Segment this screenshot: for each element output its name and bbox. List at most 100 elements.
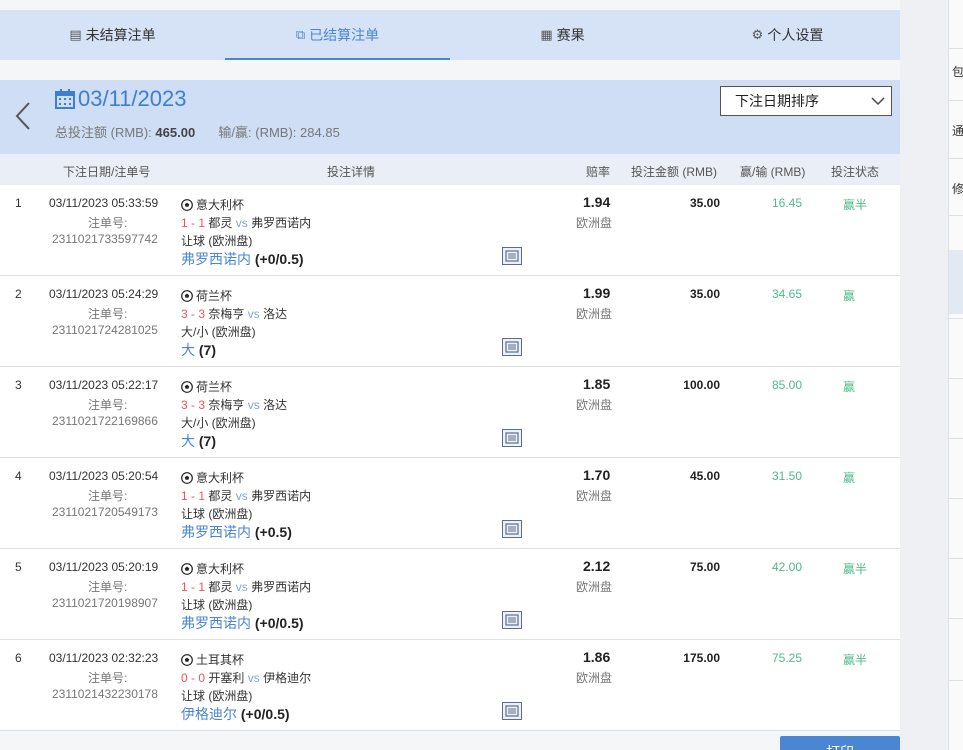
right-edge-panel: 包 通 修: [948, 0, 963, 750]
settled-bets-icon: ⧉: [295, 27, 306, 43]
away-team: 弗罗西诺内: [251, 580, 312, 594]
away-team: 伊格迪尔: [263, 671, 312, 685]
bet-status: 赢半: [843, 562, 868, 576]
tab-results[interactable]: ▦ 赛果: [450, 10, 675, 60]
tab-unsettled-bets[interactable]: ▤ 未结算注单: [0, 10, 225, 60]
tab-settings[interactable]: ⚙ 个人设置: [675, 10, 900, 60]
market-type: 让球 (欧洲盘): [181, 507, 253, 521]
bet-slip-button[interactable]: [502, 611, 522, 629]
selection-line: (+0/0.5): [254, 615, 304, 631]
receipt-icon: [505, 250, 519, 262]
home-team: 都灵: [208, 489, 233, 503]
odds-value: 1.94: [583, 194, 611, 210]
soccer-ball-icon: [181, 562, 193, 575]
stake-amount: 45.00: [689, 469, 720, 483]
gear-icon: ⚙: [751, 27, 764, 43]
selection-line: (+0/0.5): [240, 706, 290, 722]
selection-line: (+0.5): [254, 524, 292, 540]
side-char: 包: [952, 65, 963, 79]
print-button[interactable]: 打印: [780, 736, 900, 750]
bet-number: 2311021720198907: [52, 596, 158, 610]
bet-datetime: 03/11/2023 02:32:23: [49, 651, 159, 665]
selection-name: 大: [181, 342, 195, 358]
bet-datetime: 03/11/2023 05:22:17: [49, 378, 159, 392]
selection-name: 弗罗西诺内: [181, 615, 251, 631]
bet-slip-button[interactable]: [502, 429, 522, 447]
winloss-amount: 34.65: [772, 287, 803, 301]
league: 意大利杯: [181, 560, 244, 577]
bet-selection: 弗罗西诺内 (+0.5): [181, 522, 292, 542]
home-team: 开塞利: [208, 671, 245, 685]
row-index: 4: [15, 469, 22, 483]
bet-no-label: 注单号:: [88, 671, 128, 685]
winloss-amount: 16.45: [772, 196, 803, 210]
total-label: 总投注额 (RMB):: [55, 125, 152, 140]
bet-datetime: 03/11/2023 05:20:54: [49, 469, 159, 483]
bet-slip-button[interactable]: [502, 338, 522, 356]
odds-value: 1.86: [583, 649, 611, 665]
stake-amount: 35.00: [689, 287, 720, 301]
row-index: 6: [15, 651, 22, 665]
league: 土耳其杯: [181, 651, 244, 668]
col-winloss: 赢/输 (RMB): [740, 165, 806, 179]
bet-history-panel: ▤ 未结算注单 ⧉ 已结算注单 ▦ 赛果 ⚙ 个人设置 03/11/2023 总…: [0, 0, 900, 750]
table-row: 4 03/11/2023 05:20:54 注单号: 2311021720549…: [0, 458, 900, 549]
bet-datetime: 03/11/2023 05:33:59: [49, 196, 159, 210]
bet-no-label: 注单号:: [88, 489, 128, 503]
vs-label: vs: [235, 580, 248, 594]
bet-selection: 弗罗西诺内 (+0/0.5): [181, 249, 304, 269]
bet-slip-button[interactable]: [502, 520, 522, 538]
back-button[interactable]: [10, 96, 36, 136]
soccer-ball-icon: [181, 380, 193, 393]
odds-type: 欧洲盘: [576, 398, 613, 412]
side-char: 通: [952, 124, 963, 138]
match-score: 1 - 1: [181, 489, 206, 503]
bet-number: 2311021720549173: [52, 505, 158, 519]
market-type: 大/小 (欧洲盘): [181, 325, 256, 339]
winloss-amount: 85.00: [772, 378, 803, 392]
total-value: 465.00: [155, 125, 196, 140]
table-row: 1 03/11/2023 05:33:59 注单号: 2311021733597…: [0, 185, 900, 276]
vs-label: vs: [247, 671, 260, 685]
match-score: 1 - 1: [181, 580, 206, 594]
bet-selection: 大 (7): [181, 431, 216, 451]
row-index: 3: [15, 378, 22, 392]
match-score: 3 - 3: [181, 307, 206, 321]
receipt-icon: [505, 341, 519, 353]
match: 1 - 1 都灵 vs 弗罗西诺内: [181, 214, 311, 231]
winloss-amount: 42.00: [772, 560, 803, 574]
bet-no-label: 注单号:: [88, 307, 128, 321]
side-panel: [900, 0, 948, 750]
stake-amount: 75.00: [689, 560, 720, 574]
col-status: 投注状态: [831, 165, 880, 179]
bet-summary: 总投注额 (RMB): 465.00 输/赢: (RMB): 284.85: [55, 122, 340, 141]
match-score: 0 - 0: [181, 671, 206, 685]
stake-amount: 100.00: [683, 378, 720, 392]
selection-name: 弗罗西诺内: [181, 524, 251, 540]
col-date-no: 下注日期/注单号: [63, 165, 151, 179]
receipt-icon: [505, 705, 519, 717]
table-row: 2 03/11/2023 05:24:29 注单号: 2311021724281…: [0, 276, 900, 367]
vs-label: vs: [247, 307, 260, 321]
bet-number: 2311021722169866: [52, 414, 158, 428]
tab-label: 未结算注单: [85, 27, 156, 43]
selection-line: (7): [198, 342, 217, 358]
soccer-ball-icon: [181, 198, 193, 211]
tab-label: 个人设置: [767, 27, 824, 43]
bet-no-label: 注单号:: [88, 398, 128, 412]
away-team: 洛达: [263, 398, 288, 412]
unsettled-bets-icon: ▤: [69, 27, 82, 43]
sort-dropdown[interactable]: 下注日期排序: [720, 86, 892, 116]
tab-bar: ▤ 未结算注单 ⧉ 已结算注单 ▦ 赛果 ⚙ 个人设置: [0, 10, 900, 60]
soccer-ball-icon: [181, 653, 193, 666]
vs-label: vs: [247, 398, 260, 412]
selection-name: 伊格迪尔: [181, 706, 237, 722]
tab-settled-bets[interactable]: ⧉ 已结算注单: [225, 10, 450, 60]
row-index: 1: [15, 196, 22, 210]
receipt-icon: [505, 432, 519, 444]
league-name: 荷兰杯: [196, 380, 233, 394]
bet-slip-button[interactable]: [502, 702, 522, 720]
bet-list: 1 03/11/2023 05:33:59 注单号: 2311021733597…: [0, 185, 900, 731]
col-stake: 投注金额 (RMB): [631, 165, 717, 179]
bet-slip-button[interactable]: [502, 247, 522, 265]
